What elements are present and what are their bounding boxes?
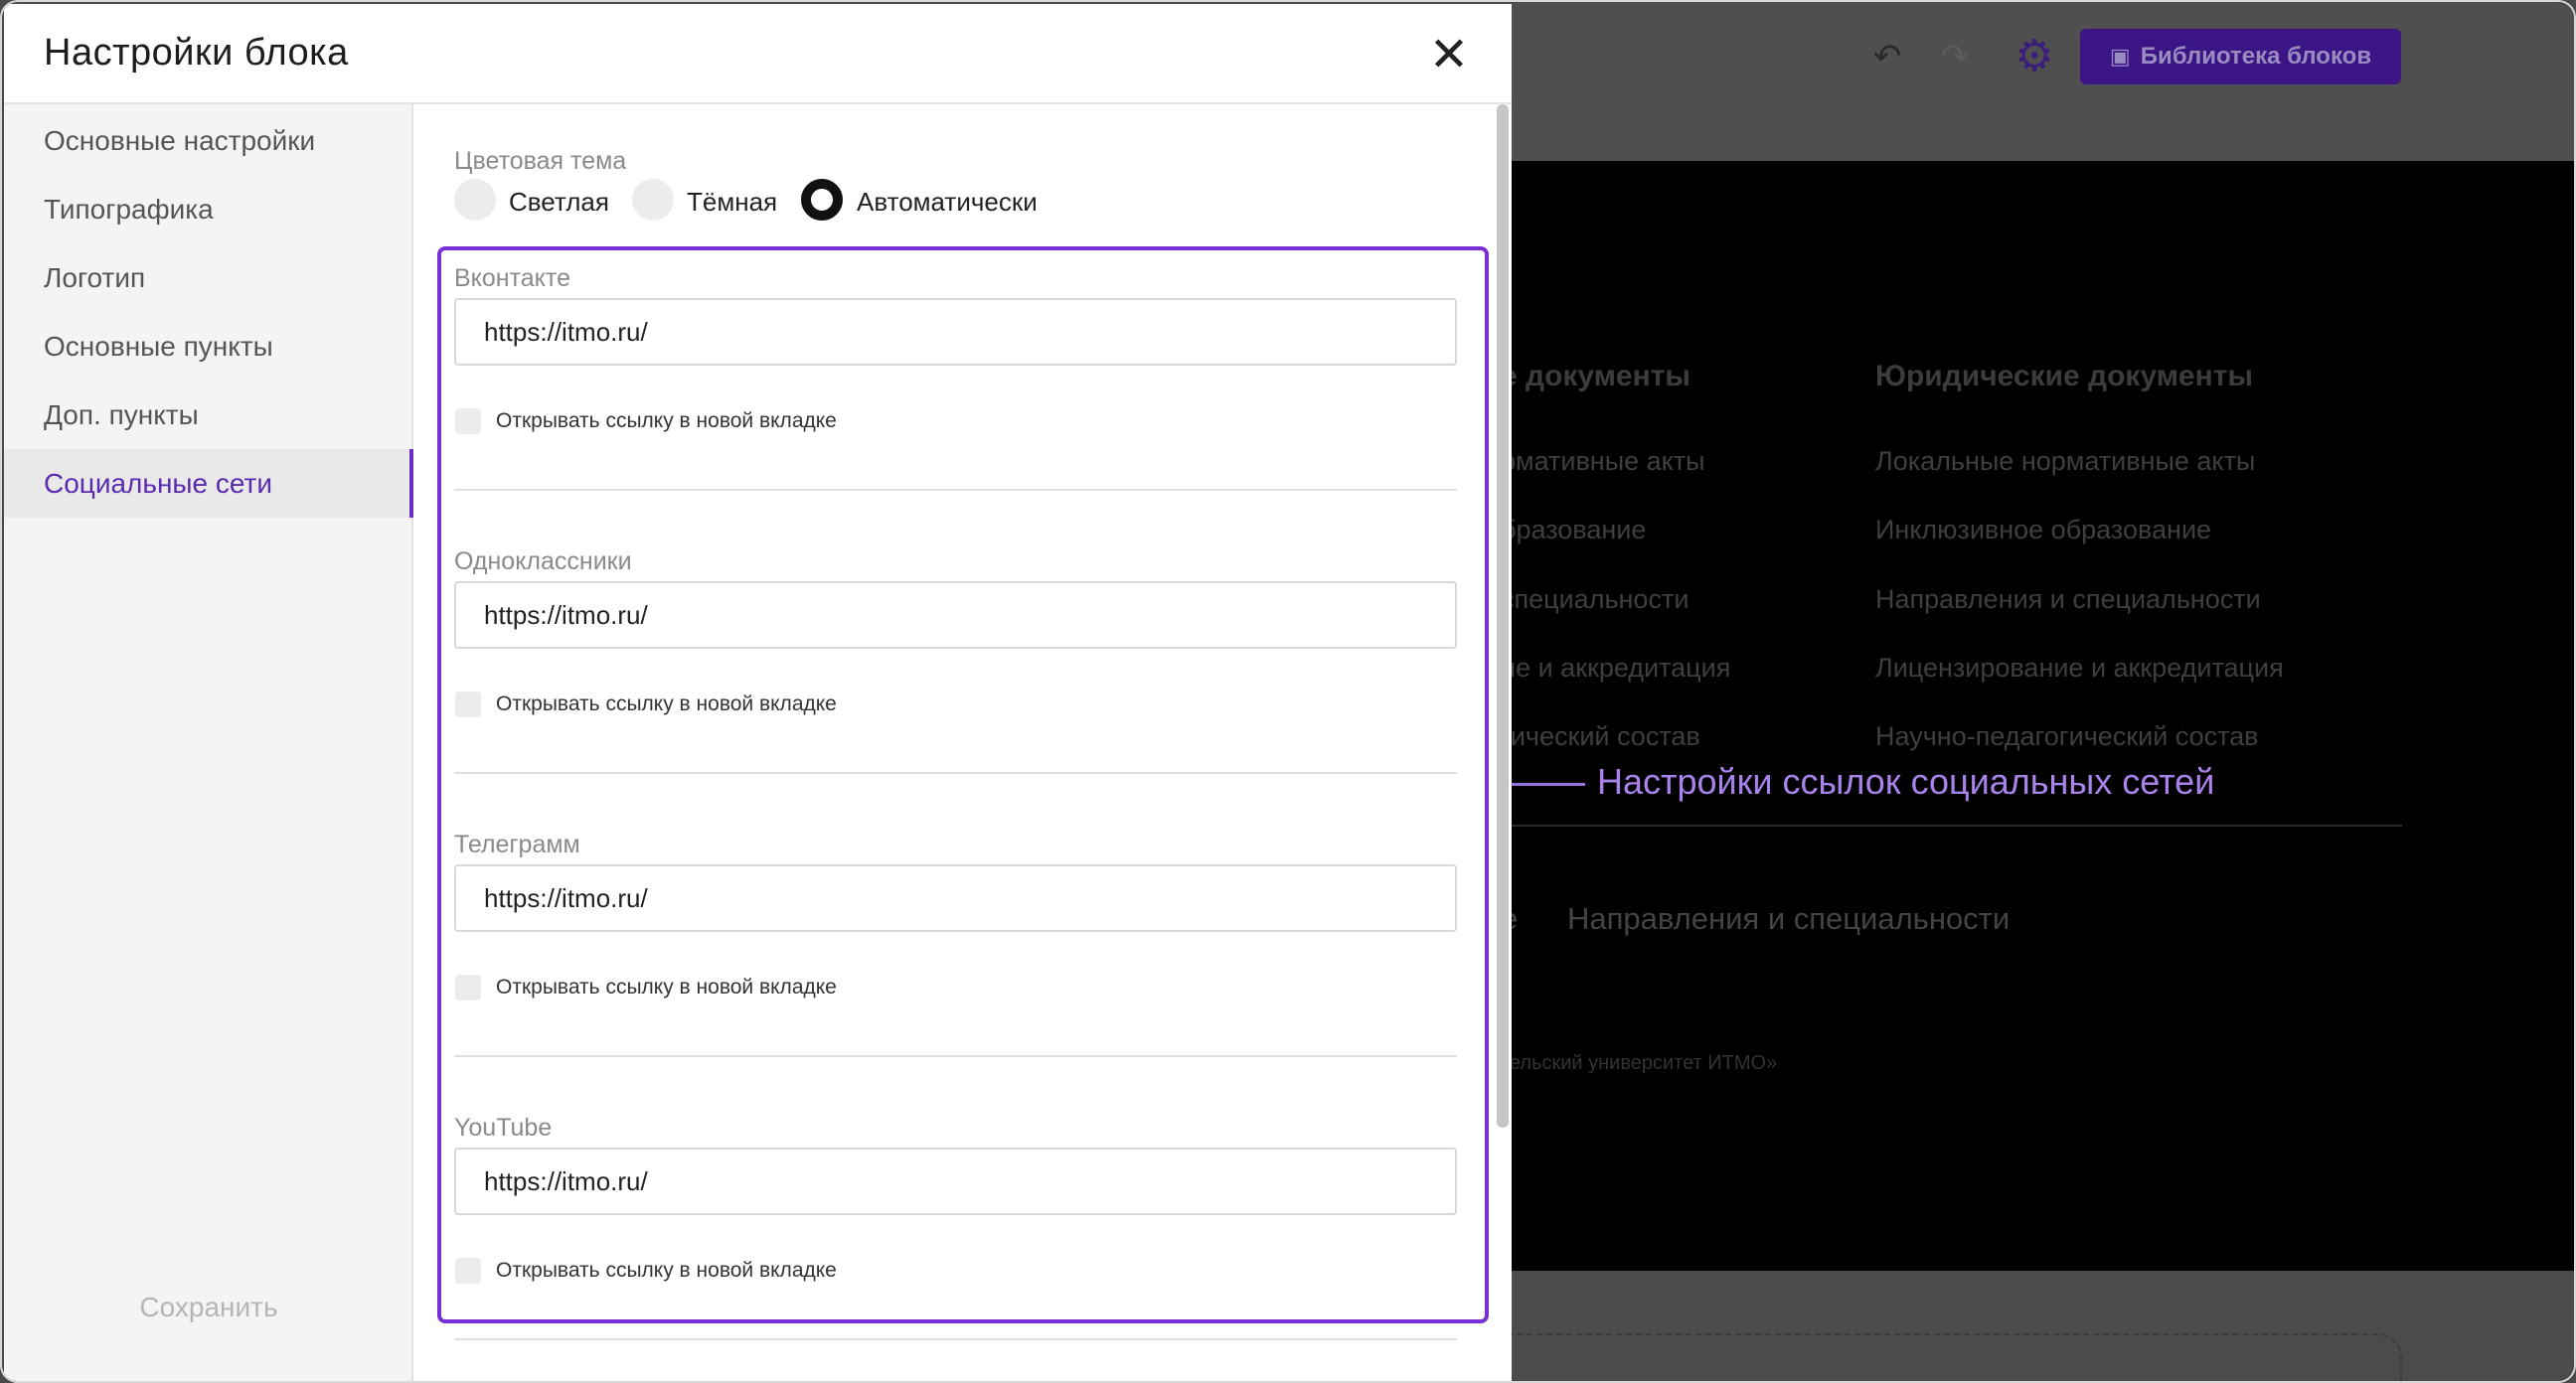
youtube-new-tab-checkbox[interactable] xyxy=(455,1258,481,1284)
sidebar-item-extra-items[interactable]: Доп. пункты xyxy=(4,381,413,449)
vk-label: Вконтакте xyxy=(454,264,570,292)
footer-bottom-link: Направления и специальности xyxy=(1567,901,2011,936)
footer-link: Направления и специальности xyxy=(1875,584,2261,614)
footer-link: бразование xyxy=(1501,515,1647,544)
footer-link: гический состав xyxy=(1501,721,1700,751)
ok-new-tab-checkbox[interactable] xyxy=(455,692,481,717)
footer-divider xyxy=(1512,825,2402,827)
theme-label: Цветовая тема xyxy=(454,147,627,175)
modal-title: Настройки блока xyxy=(44,32,349,74)
theme-radio-light-label[interactable]: Светлая xyxy=(509,187,609,218)
sidebar-item-social-networks[interactable]: Социальные сети xyxy=(4,449,413,518)
theme-radio-auto-label[interactable]: Автоматически xyxy=(857,187,1038,218)
youtube-url-input[interactable] xyxy=(454,1148,1457,1215)
sidebar-item-logo[interactable]: Логотип xyxy=(4,243,413,312)
settings-sidebar: Основные настройки Типографика Логотип О… xyxy=(4,104,413,1381)
footer-col1-heading: е документы xyxy=(1501,360,1691,392)
redo-icon[interactable]: ↷ xyxy=(1930,32,1980,81)
theme-radio-light[interactable] xyxy=(454,179,496,221)
footer-link: специальности xyxy=(1501,584,1690,614)
block-library-label: Библиотека блоков xyxy=(2140,43,2372,70)
telegram-new-tab-label[interactable]: Открывать ссылку в новой вкладке xyxy=(496,976,837,999)
footer-copyright: тельский университет ИТМО» xyxy=(1501,1052,1778,1074)
ok-new-tab-label[interactable]: Открывать ссылку в новой вкладке xyxy=(496,692,837,716)
ok-url-input[interactable] xyxy=(454,581,1457,649)
footer-link: Локальные нормативные акты xyxy=(1875,446,2256,476)
telegram-url-input[interactable] xyxy=(454,864,1457,932)
vk-url-input[interactable] xyxy=(454,298,1457,366)
modal-header: Настройки блока ✕ xyxy=(4,4,1512,104)
add-block-placeholder[interactable] xyxy=(1473,1333,2402,1381)
ok-label: Одноклассники xyxy=(454,547,632,575)
footer-preview xyxy=(1512,161,2574,1271)
footer-link: Научно-педагогический состав xyxy=(1875,721,2259,751)
undo-icon[interactable]: ↶ xyxy=(1862,32,1912,81)
block-library-button[interactable]: ▣ Библиотека блоков xyxy=(2080,29,2401,84)
vk-new-tab-label[interactable]: Открывать ссылку в новой вкладке xyxy=(496,409,837,433)
book-icon: ▣ xyxy=(2109,44,2131,69)
footer-link: Инклюзивное образование xyxy=(1875,515,2212,544)
telegram-label: Телеграмм xyxy=(454,831,580,858)
content-scrollbar[interactable] xyxy=(1497,104,1509,1128)
sidebar-item-main-items[interactable]: Основные пункты xyxy=(4,312,413,381)
youtube-new-tab-label[interactable]: Открывать ссылку в новой вкладке xyxy=(496,1259,837,1283)
footer-link: рмативные акты xyxy=(1501,446,1705,476)
theme-radio-auto[interactable] xyxy=(801,179,843,221)
vk-new-tab-checkbox[interactable] xyxy=(455,408,481,434)
footer-link: Лицензирование и аккредитация xyxy=(1875,653,2284,683)
theme-radio-dark[interactable] xyxy=(632,179,674,221)
section-divider xyxy=(454,772,1457,774)
app-window: ↶ ↷ ⚙ ▣ Библиотека блоков е документы рма… xyxy=(0,0,2576,1383)
theme-radio-dark-label[interactable]: Тёмная xyxy=(687,187,777,218)
footer-link: ие и аккредитация xyxy=(1501,653,1731,683)
section-divider xyxy=(454,1338,1457,1340)
footer-col2-heading: Юридические документы xyxy=(1875,360,2254,392)
youtube-label: YouTube xyxy=(454,1114,553,1142)
telegram-new-tab-checkbox[interactable] xyxy=(455,975,481,1000)
sidebar-item-main-settings[interactable]: Основные настройки xyxy=(4,106,413,175)
section-divider xyxy=(454,1055,1457,1057)
close-icon[interactable]: ✕ xyxy=(1423,30,1475,81)
section-divider xyxy=(454,489,1457,491)
save-button[interactable]: Сохранить xyxy=(4,1292,413,1323)
annotation-text: Настройки ссылок социальных сетей xyxy=(1597,761,2215,802)
sidebar-item-typography[interactable]: Типографика xyxy=(4,175,413,243)
gear-icon[interactable]: ⚙ xyxy=(2008,30,2061,83)
